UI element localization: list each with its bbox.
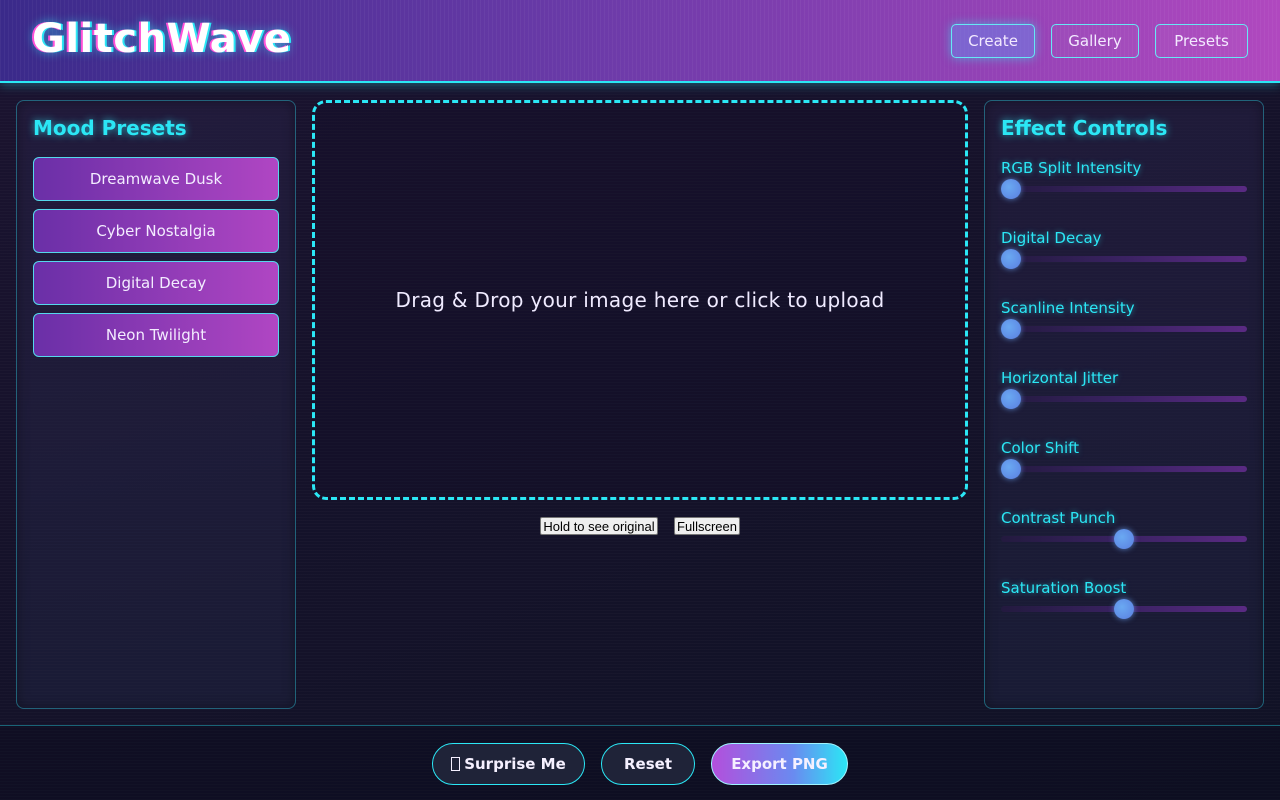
surprise-me-label: Surprise Me [464,755,566,773]
slider-thumb[interactable] [1001,459,1021,479]
fullscreen-button[interactable]: Fullscreen [674,517,740,535]
slider-thumb[interactable] [1001,179,1021,199]
dropzone-text: Drag & Drop your image here or click to … [395,288,885,312]
slider-label: Contrast Punch [1001,509,1116,527]
preset-neon-twilight[interactable]: Neon Twilight [33,313,279,357]
reset-button[interactable]: Reset [601,743,695,785]
slider-thumb[interactable] [1114,599,1134,619]
slider-rgb-split: RGB Split Intensity [1001,159,1247,219]
footer-bar: Surprise Me Reset Export PNG [0,725,1280,800]
slider-thumb[interactable] [1001,389,1021,409]
slider-label: Scanline Intensity [1001,299,1135,317]
slider-label: Digital Decay [1001,229,1102,247]
slider-thumb[interactable] [1001,319,1021,339]
effect-controls-panel: Effect Controls RGB Split Intensity Digi… [984,100,1264,709]
slider-label: Horizontal Jitter [1001,369,1119,387]
slider-track[interactable] [1001,186,1247,192]
slider-saturation-boost: Saturation Boost [1001,579,1247,639]
slider-thumb[interactable] [1114,529,1134,549]
effect-controls-title: Effect Controls [1001,116,1168,140]
slider-track[interactable] [1001,256,1247,262]
nav-gallery-button[interactable]: Gallery [1051,24,1139,58]
nav-create-button[interactable]: Create [951,24,1035,58]
slider-digital-decay: Digital Decay [1001,229,1247,289]
app-header: GlitchWave Create Gallery Presets [0,0,1280,83]
app-logo: GlitchWave [32,16,292,62]
mood-presets-title: Mood Presets [33,116,187,140]
preset-digital-decay[interactable]: Digital Decay [33,261,279,305]
slider-label: RGB Split Intensity [1001,159,1142,177]
image-dropzone[interactable]: Drag & Drop your image here or click to … [312,100,968,500]
slider-label: Saturation Boost [1001,579,1127,597]
slider-track[interactable] [1001,396,1247,402]
preset-cyber-nostalgia[interactable]: Cyber Nostalgia [33,209,279,253]
slider-label: Color Shift [1001,439,1080,457]
hold-original-button[interactable]: Hold to see original [540,517,658,535]
slider-track[interactable] [1001,326,1247,332]
top-nav: Create Gallery Presets [951,24,1248,58]
slider-contrast-punch: Contrast Punch [1001,509,1247,569]
mood-presets-panel: Mood Presets Dreamwave Dusk Cyber Nostal… [16,100,296,709]
preset-dreamwave-dusk[interactable]: Dreamwave Dusk [33,157,279,201]
slider-thumb[interactable] [1001,249,1021,269]
dice-icon [451,757,461,771]
export-png-button[interactable]: Export PNG [711,743,848,785]
slider-scanline-intensity: Scanline Intensity [1001,299,1247,359]
slider-track[interactable] [1001,466,1247,472]
slider-color-shift: Color Shift [1001,439,1247,499]
nav-presets-button[interactable]: Presets [1155,24,1248,58]
slider-horizontal-jitter: Horizontal Jitter [1001,369,1247,429]
surprise-me-button[interactable]: Surprise Me [432,743,585,785]
